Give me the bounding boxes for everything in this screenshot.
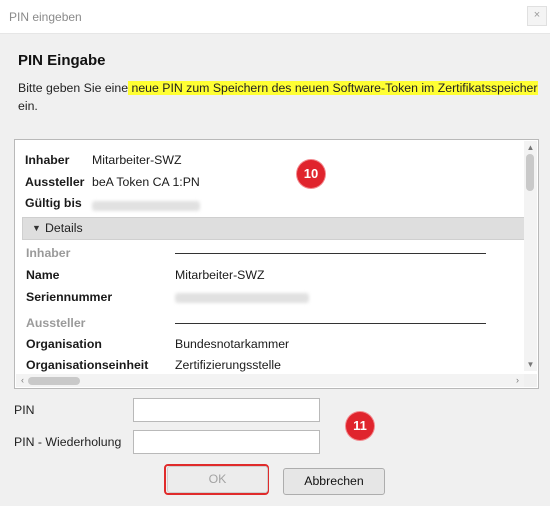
certificate-scroll-area: Inhaber Mitarbeiter-SWZ Aussteller beA T… <box>17 142 525 372</box>
serial-label: Seriennummer <box>26 290 113 304</box>
organisationseinheit-value: Zertifizierungsstelle <box>175 358 281 372</box>
dialog-header: PIN Eingabe Bitte geben Sie eine neue PI… <box>0 34 550 130</box>
gueltig-label: Gültig bis <box>25 196 82 210</box>
vertical-scroll-thumb[interactable] <box>526 154 534 191</box>
pin-input[interactable] <box>133 398 320 422</box>
pin-repeat-input[interactable] <box>133 430 320 454</box>
annotation-badge-11: 11 <box>346 412 374 440</box>
cancel-button[interactable]: Abbrechen <box>283 468 385 495</box>
aussteller-value: beA Token CA 1:PN <box>92 175 200 189</box>
section-divider <box>175 323 486 324</box>
scroll-up-icon[interactable]: ▲ <box>524 141 537 154</box>
description-highlight: neue PIN zum Speichern des neuen Softwar… <box>128 81 538 95</box>
name-label: Name <box>26 268 60 282</box>
window-title: PIN eingeben <box>9 10 82 24</box>
serial-value-redacted <box>175 290 309 304</box>
certificate-panel[interactable]: Inhaber Mitarbeiter-SWZ Aussteller beA T… <box>14 139 539 389</box>
description-tail: ein. <box>18 99 38 113</box>
scroll-down-icon[interactable]: ▼ <box>524 358 537 371</box>
details-toggle-label: Details <box>45 221 83 235</box>
annotation-badge-10: 10 <box>297 160 325 188</box>
horizontal-scrollbar[interactable]: ‹ › <box>16 374 524 387</box>
details-toggle[interactable]: ▼ Details <box>22 217 525 240</box>
inhaber-value: Mitarbeiter-SWZ <box>92 153 182 167</box>
pin-repeat-label: PIN - Wiederholung <box>14 435 122 449</box>
scroll-corner <box>524 374 537 387</box>
horizontal-scroll-thumb[interactable] <box>28 377 80 385</box>
description-text: Bitte geben Sie eine <box>18 81 129 95</box>
description: Bitte geben Sie eine neue PIN zum Speich… <box>18 79 538 115</box>
inhaber-label: Inhaber <box>25 153 70 167</box>
organisationseinheit-label: Organisationseinheit <box>26 358 149 372</box>
scroll-right-icon[interactable]: › <box>511 374 524 387</box>
title-bar: PIN eingeben × <box>0 0 550 34</box>
gueltig-value-redacted <box>92 198 200 212</box>
close-icon[interactable]: × <box>527 6 547 26</box>
organisation-label: Organisation <box>26 337 102 351</box>
page-title: PIN Eingabe <box>18 52 106 69</box>
triangle-down-icon: ▼ <box>32 223 41 233</box>
ok-button[interactable]: OK <box>167 466 268 493</box>
vertical-scrollbar[interactable]: ▲ ▼ <box>524 141 537 371</box>
pin-label: PIN <box>14 403 35 417</box>
aussteller-label: Aussteller <box>25 175 85 189</box>
organisation-value: Bundesnotarkammer <box>175 337 290 351</box>
name-value: Mitarbeiter-SWZ <box>175 268 265 282</box>
section-divider <box>175 253 486 254</box>
